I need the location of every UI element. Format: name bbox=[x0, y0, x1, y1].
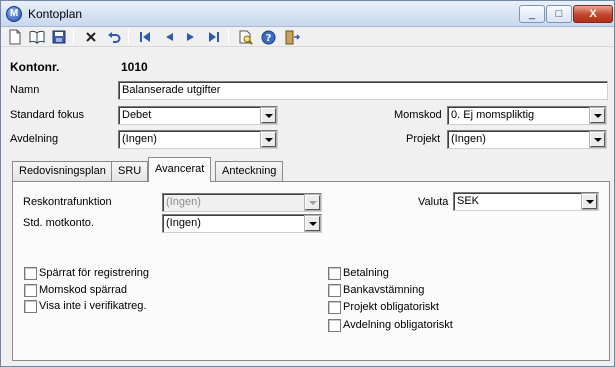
window-title: Kontoplan bbox=[28, 7, 83, 21]
delete-x-icon[interactable] bbox=[82, 28, 100, 46]
chevron-down-icon[interactable] bbox=[260, 131, 277, 148]
std-motkonto-dropdown[interactable]: (Ingen) bbox=[162, 214, 322, 233]
momskod-dropdown[interactable]: 0. Ej momspliktig bbox=[447, 106, 607, 125]
tab-anteckning[interactable]: Anteckning bbox=[215, 161, 284, 181]
toolbar: ? bbox=[1, 27, 614, 47]
namn-label: Namn bbox=[10, 84, 40, 96]
new-document-icon[interactable] bbox=[6, 28, 24, 46]
momskod-sparrad-checkbox[interactable] bbox=[24, 284, 37, 297]
kontonr-value: 1010 bbox=[121, 60, 148, 74]
next-record-icon[interactable] bbox=[182, 28, 200, 46]
sparrat-for-registrering-label: Spärrat för registrering bbox=[39, 267, 150, 279]
avdelning-obligatoriskt-checkbox[interactable] bbox=[328, 319, 341, 332]
chevron-down-icon[interactable] bbox=[260, 107, 277, 124]
chevron-down-icon bbox=[304, 194, 321, 211]
avdelning-dropdown[interactable]: (Ingen) bbox=[118, 130, 278, 149]
momskod-value: 0. Ej momspliktig bbox=[451, 109, 535, 121]
projekt-obligatoriskt-label: Projekt obligatoriskt bbox=[343, 301, 439, 313]
minimize-button[interactable]: _ bbox=[519, 5, 545, 23]
standard-fokus-dropdown[interactable]: Debet bbox=[118, 106, 278, 125]
tab-redovisningsplan[interactable]: Redovisningsplan bbox=[12, 161, 113, 181]
visa-inte-i-verifikatreg-checkbox[interactable] bbox=[24, 300, 37, 313]
betalning-label: Betalning bbox=[343, 267, 389, 279]
reskontrafunktion-dropdown: (Ingen) bbox=[162, 193, 322, 212]
undo-icon[interactable] bbox=[105, 28, 123, 46]
chevron-down-icon[interactable] bbox=[304, 215, 321, 232]
app-logo-icon: M bbox=[6, 6, 22, 22]
namn-field-value: Balanserade utgifter bbox=[122, 84, 221, 96]
close-button[interactable]: X bbox=[573, 5, 613, 23]
chevron-down-icon[interactable] bbox=[589, 107, 606, 124]
visa-inte-i-verifikatreg-label: Visa inte i verifikatreg. bbox=[39, 300, 147, 312]
chevron-down-icon[interactable] bbox=[589, 131, 606, 148]
print-preview-icon[interactable] bbox=[236, 28, 254, 46]
maximize-button[interactable]: □ bbox=[546, 5, 572, 23]
reskontrafunktion-value: (Ingen) bbox=[166, 196, 201, 208]
momskod-label: Momskod bbox=[394, 109, 442, 121]
tab-avancerat[interactable]: Avancerat bbox=[148, 157, 212, 182]
tab-sru[interactable]: SRU bbox=[111, 161, 149, 181]
help-icon[interactable]: ? bbox=[259, 28, 277, 46]
avdelning-value: (Ingen) bbox=[122, 133, 157, 145]
projekt-dropdown[interactable]: (Ingen) bbox=[447, 130, 607, 149]
save-icon[interactable] bbox=[50, 28, 68, 46]
toolbar-separator bbox=[73, 29, 74, 45]
namn-field[interactable]: Balanserade utgifter bbox=[118, 81, 608, 100]
first-record-icon[interactable] bbox=[136, 28, 154, 46]
kontoplan-window: M Kontoplan _ □ X ? Kontonr. 1010 Namn B… bbox=[0, 0, 615, 367]
projekt-obligatoriskt-checkbox[interactable] bbox=[328, 301, 341, 314]
standard-fokus-label: Standard fokus bbox=[10, 109, 84, 121]
last-record-icon[interactable] bbox=[205, 28, 223, 46]
avdelning-label: Avdelning bbox=[10, 133, 59, 145]
open-book-icon[interactable] bbox=[28, 28, 46, 46]
momskod-sparrad-label: Momskod spärrad bbox=[39, 284, 128, 296]
valuta-dropdown[interactable]: SEK bbox=[453, 192, 599, 211]
reskontrafunktion-label: Reskontrafunktion bbox=[23, 196, 112, 208]
betalning-checkbox[interactable] bbox=[328, 267, 341, 280]
projekt-value: (Ingen) bbox=[451, 133, 486, 145]
bankavstamning-label: Bankavstämning bbox=[343, 284, 425, 296]
projekt-label: Projekt bbox=[406, 133, 441, 145]
std-motkonto-label: Std. motkonto. bbox=[23, 217, 94, 229]
kontonr-label: Kontonr. bbox=[10, 60, 60, 74]
bankavstamning-checkbox[interactable] bbox=[328, 284, 341, 297]
chevron-down-icon[interactable] bbox=[581, 193, 598, 210]
svg-text:?: ? bbox=[265, 33, 271, 44]
exit-door-icon[interactable] bbox=[283, 28, 301, 46]
std-motkonto-value: (Ingen) bbox=[166, 217, 201, 229]
valuta-value: SEK bbox=[457, 195, 480, 207]
toolbar-separator bbox=[128, 29, 129, 45]
sparrat-for-registrering-checkbox[interactable] bbox=[24, 267, 37, 280]
standard-fokus-value: Debet bbox=[122, 109, 152, 121]
valuta-label: Valuta bbox=[418, 196, 449, 208]
toolbar-separator bbox=[228, 29, 229, 45]
avdelning-obligatoriskt-label: Avdelning obligatoriskt bbox=[343, 319, 453, 331]
previous-record-icon[interactable] bbox=[160, 28, 178, 46]
title-bar[interactable]: M Kontoplan _ □ X bbox=[1, 1, 614, 27]
